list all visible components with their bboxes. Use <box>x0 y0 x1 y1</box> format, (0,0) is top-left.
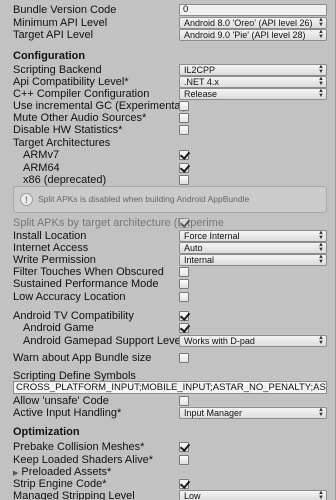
strip-engine-checkbox[interactable] <box>179 479 189 489</box>
sustained-performance-label: Sustained Performance Mode <box>13 278 159 290</box>
allow-unsafe-checkbox[interactable] <box>179 396 189 406</box>
armv7-label: ARMv7 <box>23 149 60 161</box>
managed-stripping-value: Low <box>184 491 201 500</box>
prebake-checkbox[interactable] <box>179 442 189 452</box>
gamepad-support-dropdown[interactable]: Works with D-pad ▲ ▼ <box>179 335 327 347</box>
dropdown-arrows-icon: ▲ ▼ <box>318 335 324 346</box>
scripting-backend-dropdown[interactable]: IL2CPP ▲ ▼ <box>179 64 327 76</box>
scripting-backend-value: IL2CPP <box>184 65 216 75</box>
dropdown-arrows-icon: ▲ ▼ <box>318 254 324 265</box>
split-apks-help-box: ! Split APKs is disabled when building A… <box>13 186 327 213</box>
low-accuracy-label: Low Accuracy Location <box>13 291 126 303</box>
dropdown-arrows-icon: ▲ ▼ <box>318 490 324 500</box>
cpp-compiler-dropdown[interactable]: Release ▲ ▼ <box>179 88 327 100</box>
arm64-checkbox[interactable] <box>179 163 189 173</box>
sustained-performance-checkbox[interactable] <box>179 279 189 289</box>
cpp-compiler-value: Release <box>184 89 218 99</box>
target-api-level-value: Android 9.0 'Pie' (API level 28) <box>184 30 306 40</box>
write-permission-value: Internal <box>184 255 215 265</box>
active-input-dropdown[interactable]: Input Manager ▲ ▼ <box>179 407 327 419</box>
internet-access-dropdown[interactable]: Auto ▲ ▼ <box>179 242 327 254</box>
x86-checkbox[interactable] <box>179 175 189 185</box>
api-compatibility-dropdown[interactable]: .NET 4.x ▲ ▼ <box>179 76 327 88</box>
active-input-value: Input Manager <box>184 408 243 418</box>
dropdown-arrows-icon: ▲ ▼ <box>318 76 324 87</box>
dropdown-arrows-icon: ▲ ▼ <box>318 242 324 253</box>
gamepad-support-value: Works with D-pad <box>184 336 255 346</box>
dropdown-arrows-icon: ▲ ▼ <box>318 64 324 75</box>
split-apks-checkbox <box>179 218 189 228</box>
disable-hw-stats-checkbox[interactable] <box>179 125 189 135</box>
minimum-api-level-value: Android 8.0 'Oreo' (API level 26) <box>184 18 313 28</box>
warn-bundle-checkbox[interactable] <box>179 353 189 363</box>
managed-stripping-dropdown[interactable]: Low ▲ ▼ <box>179 490 327 500</box>
help-text: Split APKs is disabled when building And… <box>38 194 250 204</box>
warn-bundle-label: Warn about App Bundle size <box>13 352 152 364</box>
bundle-version-code-label: Bundle Version Code <box>13 4 117 16</box>
armv7-checkbox[interactable] <box>179 150 189 160</box>
managed-stripping-label: Managed Stripping Level <box>13 490 135 500</box>
info-icon: ! <box>20 193 33 206</box>
minimum-api-level-dropdown[interactable]: Android 8.0 'Oreo' (API level 26) ▲ ▼ <box>179 17 327 29</box>
optimization-header: Optimization <box>13 426 80 438</box>
write-permission-dropdown[interactable]: Internal ▲ ▼ <box>179 254 327 266</box>
disable-hw-stats-label: Disable HW Statistics* <box>13 124 123 136</box>
prebake-label: Prebake Collision Meshes* <box>13 441 145 453</box>
android-tv-checkbox[interactable] <box>179 311 189 321</box>
android-game-checkbox[interactable] <box>179 323 189 333</box>
low-accuracy-checkbox[interactable] <box>179 292 189 302</box>
configuration-header: Configuration <box>13 50 86 62</box>
mute-audio-checkbox[interactable] <box>179 113 189 123</box>
dropdown-arrows-icon: ▲ ▼ <box>318 29 324 40</box>
player-settings-panel: Bundle Version Code 0 Minimum API Level … <box>0 0 336 500</box>
define-symbols-field[interactable]: CROSS_PLATFORM_INPUT;MOBILE_INPUT;ASTAR_… <box>13 381 327 394</box>
dropdown-arrows-icon: ▲ ▼ <box>318 230 324 241</box>
split-apks-label: Split APKs by target architecture (Exper… <box>13 217 224 229</box>
x86-label: x86 (deprecated) <box>23 174 107 186</box>
dropdown-arrows-icon: ▲ ▼ <box>318 17 324 28</box>
dropdown-arrows-icon: ▲ ▼ <box>318 88 324 99</box>
install-location-value: Force Internal <box>184 231 240 241</box>
gamepad-support-label: Android Gamepad Support Level <box>23 335 184 347</box>
filter-touches-checkbox[interactable] <box>179 267 189 277</box>
target-api-level-dropdown[interactable]: Android 9.0 'Pie' (API level 28) ▲ ▼ <box>179 29 327 41</box>
keep-shaders-checkbox[interactable] <box>179 455 189 465</box>
api-compatibility-value: .NET 4.x <box>184 77 219 87</box>
install-location-dropdown[interactable]: Force Internal ▲ ▼ <box>179 230 327 242</box>
android-game-label: Android Game <box>23 322 94 334</box>
bundle-version-code-field[interactable]: 0 <box>179 4 327 16</box>
incremental-gc-checkbox[interactable] <box>179 101 189 111</box>
active-input-label: Active Input Handling* <box>13 407 122 419</box>
target-api-level-label: Target API Level <box>13 29 94 41</box>
dropdown-arrows-icon: ▲ ▼ <box>318 407 324 418</box>
internet-access-value: Auto <box>184 243 203 253</box>
foldout-arrow-icon: ▶ <box>13 470 19 477</box>
